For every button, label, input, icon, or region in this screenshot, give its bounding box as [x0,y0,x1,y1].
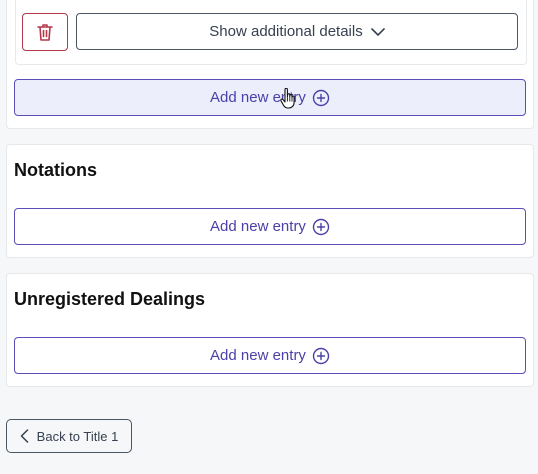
chevron-down-icon [370,27,385,36]
trash-icon [37,24,53,41]
add-entry-button[interactable]: Add new entry [14,79,526,116]
add-dealing-label: Add new entry [210,347,306,364]
hand-cursor-icon [280,88,295,109]
delete-entry-button[interactable] [22,13,68,51]
chevron-left-icon [20,429,28,443]
show-details-label: Show additional details [209,23,363,40]
plus-circle-icon [312,218,330,235]
plus-circle-icon [312,89,330,106]
back-button[interactable]: Back to Title 1 [6,419,132,453]
add-dealing-button[interactable]: Add new entry [14,337,526,374]
back-label: Back to Title 1 [36,428,119,444]
notations-title: Notations [14,160,97,180]
add-notation-label: Add new entry [210,218,306,235]
plus-circle-icon [312,347,330,364]
show-details-button[interactable]: Show additional details [76,13,518,50]
add-notation-button[interactable]: Add new entry [14,208,526,245]
unregistered-dealings-title: Unregistered Dealings [14,289,206,309]
